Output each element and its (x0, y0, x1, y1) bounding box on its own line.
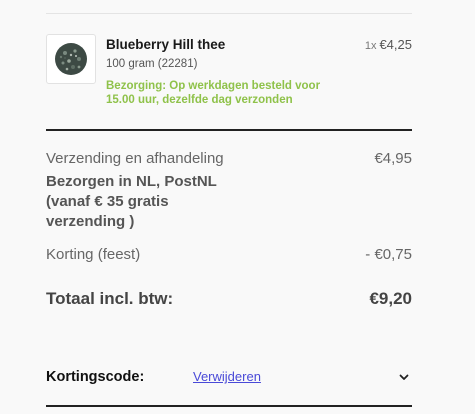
product-price: €4,25 (379, 37, 412, 52)
product-quantity: 1x (364, 40, 377, 52)
delivery-info: Bezorging: Op werkdagen besteld voor 15.… (106, 80, 321, 106)
discount-row: Korting (feest) - €0,75 (46, 246, 412, 263)
total-value: €9,20 (369, 289, 412, 308)
summary-divider (46, 129, 412, 131)
chevron-down-icon[interactable] (398, 371, 410, 383)
discount-label: Korting (feest) (46, 246, 141, 263)
discount-code-label: Kortingscode: (46, 369, 145, 385)
tea-leaves-icon (55, 43, 87, 75)
shipping-row: Verzending en afhandeling €4,95 (46, 150, 412, 167)
shipping-value: €4,95 (374, 150, 412, 167)
remove-discount-link[interactable]: Verwijderen (193, 369, 261, 384)
total-label: Totaal incl. btw: (46, 289, 174, 308)
product-name[interactable]: Blueberry Hill thee (106, 37, 225, 52)
cart-product: Blueberry Hill thee 100 gram (22281) Bez… (46, 34, 412, 114)
discount-code-row[interactable]: Kortingscode: Verwijderen (46, 368, 412, 385)
bottom-divider (46, 405, 412, 407)
product-variant: 100 gram (22281) (106, 58, 198, 70)
top-divider (46, 13, 412, 14)
shipping-method: Bezorgen in NL, PostNL (vanaf € 35 grati… (46, 173, 217, 230)
product-thumbnail[interactable] (46, 34, 96, 84)
total-row: Totaal incl. btw: €9,20 (46, 289, 412, 309)
shipping-label: Verzending en afhandeling (46, 150, 224, 167)
product-price-group: 1x €4,25 (365, 37, 412, 52)
discount-value: - €0,75 (365, 246, 412, 263)
